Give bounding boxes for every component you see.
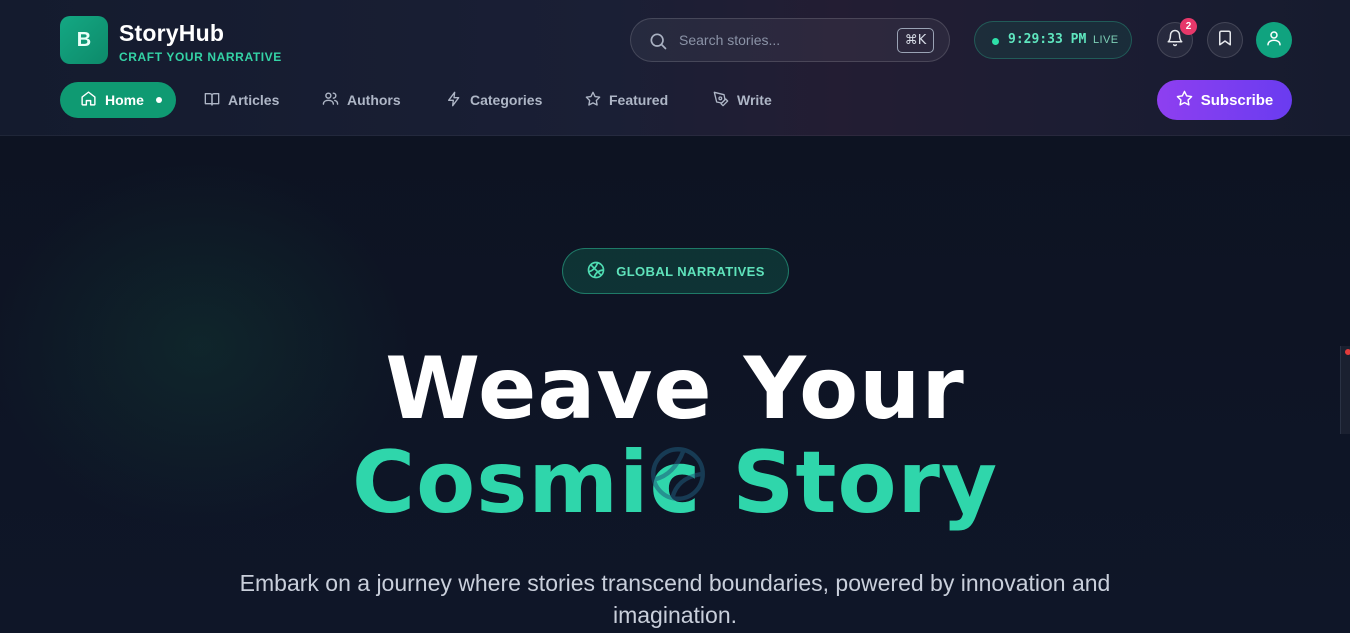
live-label: LIVE: [1093, 34, 1119, 46]
subscribe-button[interactable]: Subscribe: [1157, 80, 1292, 120]
star-icon: [1176, 90, 1193, 111]
nav-home-label: Home: [105, 92, 144, 108]
search-icon: [648, 31, 668, 56]
site-header: B StoryHub CRAFT YOUR NARRATIVE ⌘K 9:29:…: [0, 0, 1350, 136]
hero-headline-line1: Weave Your: [385, 339, 965, 439]
nav-categories-label: Categories: [470, 92, 543, 108]
search-input[interactable]: [679, 29, 879, 51]
live-clock: 9:29:33 PM LIVE: [974, 21, 1132, 59]
logo[interactable]: B: [60, 16, 108, 64]
keyboard-shortcut-hint: ⌘K: [897, 28, 934, 53]
bookmarks-button[interactable]: [1207, 22, 1243, 58]
nav-featured[interactable]: Featured: [585, 82, 668, 118]
subscribe-label: Subscribe: [1200, 91, 1274, 109]
nav-articles[interactable]: Articles: [204, 82, 279, 118]
globe-icon: [586, 260, 606, 283]
nav-write[interactable]: Write: [713, 82, 772, 118]
nav-authors[interactable]: Authors: [322, 82, 401, 118]
live-dot: [992, 38, 999, 45]
brand-tagline: CRAFT YOUR NARRATIVE: [119, 50, 282, 64]
home-icon: [80, 90, 97, 110]
clock-time: 9:29:33 PM: [1008, 32, 1087, 47]
nav-categories[interactable]: Categories: [446, 82, 542, 118]
nav-featured-label: Featured: [609, 92, 669, 108]
side-recording-tab[interactable]: [1340, 346, 1350, 434]
users-icon: [322, 90, 339, 110]
nav-articles-label: Articles: [228, 92, 280, 108]
record-indicator-icon: [1345, 349, 1350, 355]
lightning-icon: [446, 91, 462, 110]
hero-section: GLOBAL NARRATIVES Weave Your Cosmic Stor…: [0, 136, 1350, 633]
pen-icon: [713, 91, 729, 110]
star-icon: [585, 91, 601, 110]
user-icon: [1265, 29, 1283, 52]
notification-count-badge: 2: [1180, 18, 1197, 35]
book-open-icon: [204, 91, 220, 110]
nav-authors-label: Authors: [347, 92, 401, 108]
nav-home[interactable]: Home: [60, 82, 176, 118]
bookmark-icon: [1216, 29, 1234, 52]
nav-write-label: Write: [737, 92, 772, 108]
search-bar[interactable]: ⌘K: [630, 18, 950, 62]
user-avatar-button[interactable]: [1256, 22, 1292, 58]
decorative-globe-icon: [645, 441, 711, 512]
hero-badge: GLOBAL NARRATIVES: [562, 248, 789, 294]
hero-subtitle: Embark on a journey where stories transc…: [239, 570, 1111, 628]
logo-letter: B: [76, 28, 92, 51]
active-indicator-dot: [155, 97, 162, 103]
brand-name[interactable]: StoryHub: [119, 20, 224, 47]
hero-badge-label: GLOBAL NARRATIVES: [616, 263, 765, 279]
